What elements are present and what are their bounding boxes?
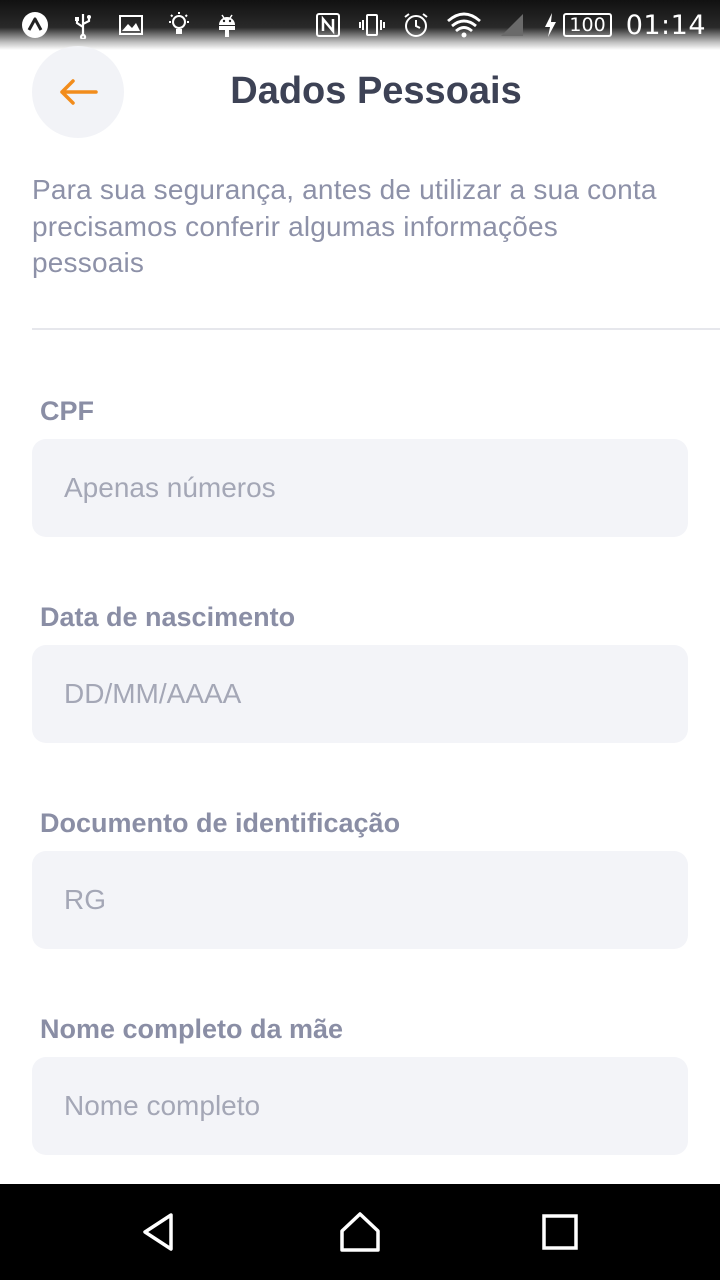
status-clock: 01:14	[625, 9, 706, 41]
battery-level: 100	[563, 13, 612, 37]
alarm-icon	[401, 10, 431, 40]
usb-icon	[68, 10, 98, 40]
status-bar: 100 01:14	[0, 0, 720, 50]
id-document-input[interactable]	[32, 851, 688, 949]
android-icon	[212, 10, 242, 40]
back-triangle-icon	[143, 1213, 173, 1251]
recents-square-icon	[542, 1214, 578, 1250]
status-bar-right: 100 01:14	[313, 8, 706, 42]
charging-icon	[541, 10, 559, 40]
lightbulb-icon	[164, 10, 194, 40]
image-icon	[116, 10, 146, 40]
nav-back-button[interactable]	[110, 1192, 210, 1272]
cpf-input[interactable]	[32, 439, 688, 537]
divider	[32, 328, 720, 330]
home-icon	[340, 1212, 380, 1252]
id-document-label: Documento de identificação	[40, 808, 401, 838]
wifi-icon	[445, 10, 483, 40]
system-nav-bar	[0, 1184, 720, 1280]
birth-date-input[interactable]	[32, 645, 688, 743]
cpf-label: CPF	[40, 396, 94, 426]
app-logo-icon	[20, 10, 50, 40]
page-title: Dados Pessoais	[230, 70, 522, 112]
birth-date-label: Data de nascimento	[40, 602, 296, 632]
signal-icon	[497, 10, 527, 40]
nav-recents-button[interactable]	[510, 1192, 610, 1272]
intro-text: Para sua segurança, antes de utilizar a …	[32, 174, 657, 278]
mother-name-label: Nome completo da mãe	[40, 1014, 344, 1044]
status-bar-left	[20, 8, 242, 42]
vibrate-icon	[357, 10, 387, 40]
battery-indicator: 100	[541, 10, 612, 40]
nav-home-button[interactable]	[310, 1192, 410, 1272]
nfc-icon	[313, 10, 343, 40]
mother-name-input[interactable]	[32, 1057, 688, 1155]
